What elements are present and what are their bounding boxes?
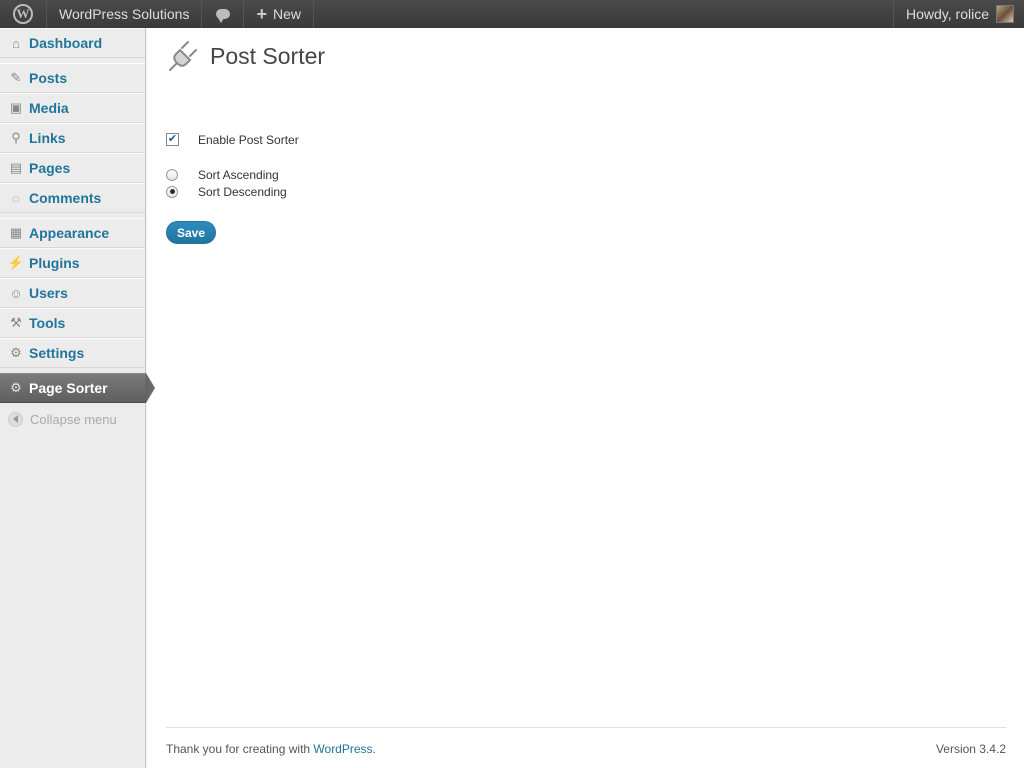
page-title: Post Sorter [210, 42, 326, 69]
new-content-menu[interactable]: + New [244, 0, 314, 28]
sidebar-item-settings[interactable]: ⚙ Settings [0, 338, 145, 368]
footer-thanks-prefix: Thank you for creating with [166, 742, 314, 756]
comment-icon: ◌ [12, 190, 20, 206]
sidebar-item-label: Users [29, 285, 68, 301]
media-icon: ▣ [9, 100, 23, 115]
footer-thanks-suffix: . [372, 742, 376, 756]
sidebar-item-posts[interactable]: ✎ Posts [0, 63, 145, 93]
sort-ascending-label: Sort Ascending [198, 167, 279, 182]
greeting: Howdy, rolice [906, 6, 989, 22]
version-text: Version 3.4.2 [935, 742, 1006, 756]
site-name: WordPress Solutions [59, 6, 190, 22]
collapse-menu-button[interactable]: Collapse menu [0, 403, 145, 435]
tools-icon: ⚒ [10, 315, 22, 330]
enable-post-sorter-checkbox[interactable]: ✔ [166, 133, 179, 146]
sidebar-item-label: Comments [29, 190, 102, 206]
speech-bubble-icon [215, 9, 230, 23]
wordpress-link[interactable]: WordPress [313, 742, 372, 756]
sidebar-item-label: Plugins [29, 255, 80, 271]
settings-icon: ⚙ [10, 345, 22, 360]
sidebar-item-label: Pages [29, 160, 71, 176]
gear-icon: ⚙ [10, 380, 22, 395]
sidebar-item-label: Settings [29, 345, 85, 361]
sidebar-item-label: Media [29, 100, 69, 116]
sidebar-item-links[interactable]: ⚲ Links [0, 123, 145, 153]
footer-thanks: Thank you for creating with WordPress. [166, 742, 376, 756]
sidebar-item-label: Appearance [29, 225, 110, 241]
sidebar-item-media[interactable]: ▣ Media [0, 93, 145, 123]
pages-icon: ▤ [9, 160, 23, 175]
appearance-icon: ▦ [9, 225, 23, 240]
plus-icon: + [256, 4, 267, 24]
wordpress-menu[interactable]: W [0, 0, 47, 28]
main-content: Post Sorter ✔ Enable Post Sorter Sort As… [166, 28, 1006, 244]
sidebar-item-page-sorter[interactable]: ⚙ Page Sorter [0, 373, 155, 403]
link-icon: ⚲ [11, 130, 21, 145]
sidebar-item-label: Tools [29, 315, 66, 331]
admin-bar: W WordPress Solutions + New Howdy, rolic… [0, 0, 1024, 28]
sort-ascending-row: Sort Ascending [166, 166, 1006, 183]
wordpress-logo-icon: W [13, 4, 33, 24]
sidebar-item-appearance[interactable]: ▦ Appearance [0, 218, 145, 248]
sidebar-item-label: Dashboard [29, 35, 103, 51]
new-label: New [272, 6, 301, 22]
plugin-icon [169, 41, 197, 71]
collapse-menu-label: Collapse menu [30, 411, 117, 427]
sort-descending-radio[interactable] [166, 185, 178, 198]
page-header: Post Sorter [166, 36, 1006, 76]
avatar [996, 5, 1014, 23]
sidebar-item-label: Links [29, 130, 66, 146]
plugin-icon: ⚡ [7, 255, 25, 270]
sidebar-item-pages[interactable]: ▤ Pages [0, 153, 145, 183]
admin-sidebar: ⌂ Dashboard ✎ Posts ▣ Media ⚲ Links ▤ Pa… [0, 28, 155, 768]
sidebar-item-tools[interactable]: ⚒ Tools [0, 308, 145, 338]
sidebar-item-plugins[interactable]: ⚡ Plugins [0, 248, 145, 278]
account-menu[interactable]: Howdy, rolice [893, 0, 1024, 28]
save-button[interactable]: Save [166, 221, 216, 244]
sidebar-item-dashboard[interactable]: ⌂ Dashboard [0, 28, 145, 58]
pushpin-icon: ✎ [10, 70, 22, 85]
sort-ascending-radio[interactable] [166, 168, 178, 181]
sidebar-item-label: Page Sorter [29, 380, 108, 396]
sidebar-item-label: Posts [29, 70, 68, 86]
comments-link[interactable] [202, 0, 245, 28]
site-name-link[interactable]: WordPress Solutions [47, 0, 203, 28]
sort-descending-row: Sort Descending [166, 183, 1006, 200]
footer: Thank you for creating with WordPress. V… [166, 727, 1006, 756]
sidebar-item-users[interactable]: ☺ Users [0, 278, 145, 308]
sort-descending-label: Sort Descending [198, 184, 287, 199]
enable-post-sorter-label: Enable Post Sorter [198, 132, 299, 147]
enable-option-row: ✔ Enable Post Sorter [166, 131, 1006, 148]
collapse-arrow-icon [8, 411, 23, 427]
sidebar-item-comments[interactable]: ◌ Comments [0, 183, 145, 213]
users-icon: ☺ [9, 285, 23, 301]
home-icon: ⌂ [12, 35, 20, 51]
